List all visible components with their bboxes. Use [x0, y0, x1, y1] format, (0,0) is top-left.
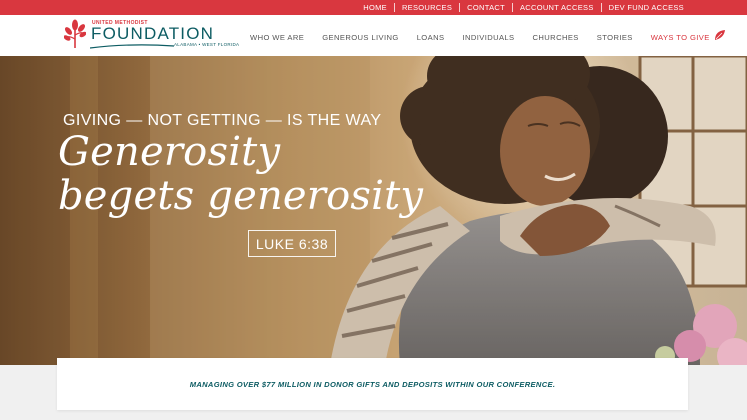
nav-generous-living[interactable]: GENEROUS LIVING: [322, 33, 398, 42]
site-logo[interactable]: UNITED METHODIST FOUNDATION ALABAMA • WE…: [64, 18, 239, 52]
main-nav: WHO WE ARE GENEROUS LIVING LOANS INDIVID…: [250, 29, 726, 43]
utility-link-resources[interactable]: RESOURCES: [393, 3, 459, 12]
scripture-reference: LUKE 6:38: [248, 230, 336, 257]
hero-headline-line2: begets generosity: [58, 173, 424, 219]
nav-stories[interactable]: STORIES: [597, 33, 633, 42]
utility-link-home[interactable]: HOME: [356, 3, 394, 12]
hero-tagline: GIVING — NOT GETTING — IS THE WAY: [63, 112, 382, 129]
nav-who-we-are[interactable]: WHO WE ARE: [250, 33, 304, 42]
nav-individuals[interactable]: INDIVIDUALS: [462, 33, 514, 42]
logo-title: FOUNDATION: [91, 24, 215, 43]
logo-region: ALABAMA • WEST FLORIDA: [174, 42, 240, 47]
site-header: UNITED METHODIST FOUNDATION ALABAMA • WE…: [0, 15, 747, 56]
nav-loans[interactable]: LOANS: [417, 33, 445, 42]
utility-link-dev-fund-access[interactable]: DEV FUND ACCESS: [600, 3, 691, 12]
hero-headline-line1: Generosity: [58, 129, 281, 175]
hero-headline: Generosity begets generosity: [58, 130, 423, 218]
utility-link-contact[interactable]: CONTACT: [459, 3, 512, 12]
stats-card: MANAGING OVER $77 MILLION IN DONOR GIFTS…: [57, 358, 688, 410]
utility-link-account-access[interactable]: ACCOUNT ACCESS: [511, 3, 601, 12]
utility-nav: HOME RESOURCES CONTACT ACCOUNT ACCESS DE…: [0, 0, 747, 15]
leaf-icon: [714, 29, 725, 40]
hero-banner: GIVING — NOT GETTING — IS THE WAY Genero…: [0, 56, 747, 365]
nav-ways-to-give[interactable]: WAYS TO GIVE: [651, 33, 710, 42]
nav-churches[interactable]: CHURCHES: [533, 33, 579, 42]
tree-icon: [64, 19, 86, 48]
stats-text: MANAGING OVER $77 MILLION IN DONOR GIFTS…: [189, 379, 556, 389]
